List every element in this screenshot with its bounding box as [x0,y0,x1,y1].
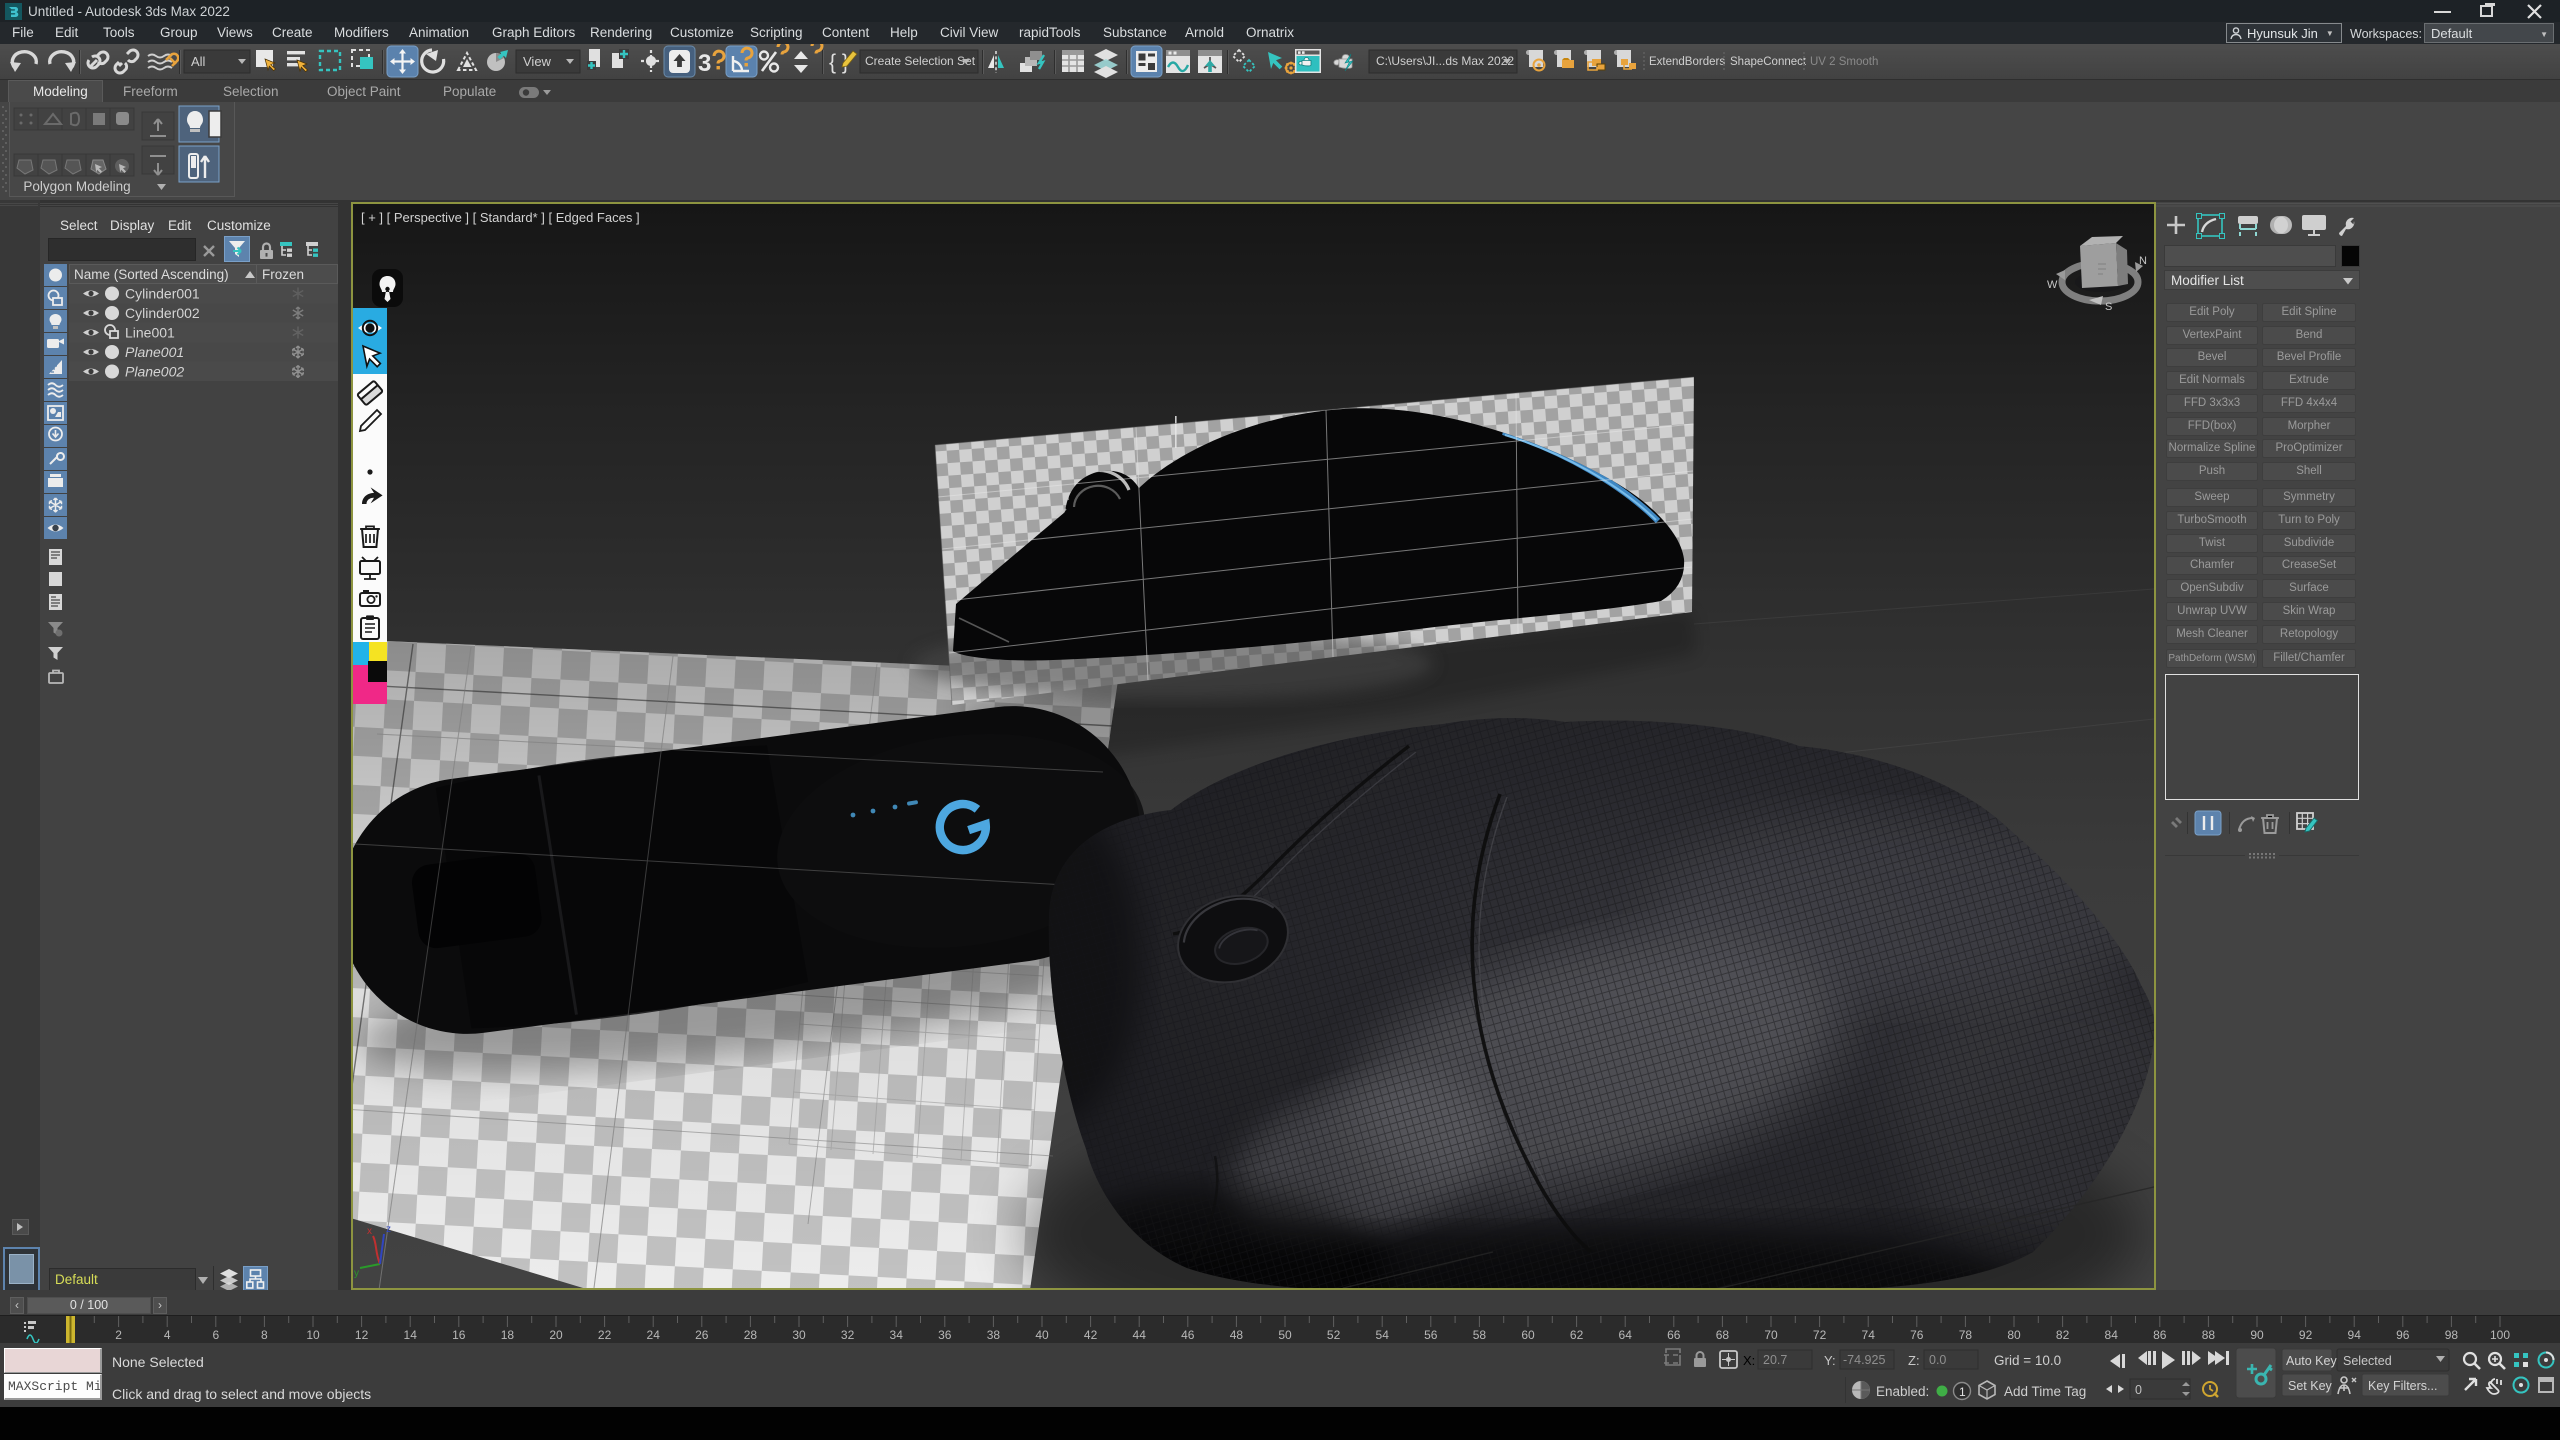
svg-text:x: x [367,1226,372,1237]
svg-text:Polygon Modeling: Polygon Modeling [23,179,130,194]
svg-text:Y:: Y: [1824,1353,1836,1368]
svg-text:S: S [2105,301,2112,313]
svg-text:10: 10 [306,1328,320,1342]
svg-text:100: 100 [2490,1328,2510,1342]
svg-text:68: 68 [1716,1328,1730,1342]
svg-text:22: 22 [598,1328,612,1342]
svg-text:C:\Users\JI...ds Max 2022: C:\Users\JI...ds Max 2022 [1376,54,1514,68]
svg-text:View: View [523,54,552,69]
svg-text:70: 70 [1764,1328,1778,1342]
svg-text:38: 38 [987,1328,1001,1342]
svg-text:80: 80 [2007,1328,2021,1342]
svg-text:Cylinder001: Cylinder001 [125,286,200,302]
svg-text:N: N [2139,255,2147,267]
svg-text:28: 28 [744,1328,758,1342]
svg-text:78: 78 [1959,1328,1973,1342]
svg-text:Cylinder002: Cylinder002 [125,305,200,321]
svg-text:Auto Key: Auto Key [2286,1354,2337,1368]
svg-text:30: 30 [792,1328,806,1342]
svg-text:1: 1 [1959,1385,1966,1399]
svg-text:24: 24 [647,1328,661,1342]
svg-text:20.7: 20.7 [1763,1353,1787,1367]
svg-text:98: 98 [2445,1328,2459,1342]
svg-text:ShapeConnect: ShapeConnect [1730,56,1807,68]
svg-text:4: 4 [164,1328,171,1342]
svg-text:66: 66 [1667,1328,1681,1342]
svg-text:50: 50 [1278,1328,1292,1342]
svg-text:96: 96 [2396,1328,2410,1342]
svg-text:18: 18 [501,1328,515,1342]
svg-text:90: 90 [2250,1328,2264,1342]
svg-text:52: 52 [1327,1328,1341,1342]
svg-text:Grid = 10.0: Grid = 10.0 [1994,1353,2061,1368]
svg-text:Set Key: Set Key [2288,1379,2333,1393]
svg-text:Add Time Tag: Add Time Tag [2004,1384,2086,1399]
svg-text:72: 72 [1813,1328,1827,1342]
svg-text:6: 6 [212,1328,219,1342]
svg-text:Plane002: Plane002 [125,364,184,380]
svg-text:8: 8 [261,1328,268,1342]
svg-text:3: 3 [698,50,711,77]
svg-text:48: 48 [1230,1328,1244,1342]
svg-text:58: 58 [1473,1328,1487,1342]
svg-text:16: 16 [452,1328,466,1342]
svg-text:40: 40 [1035,1328,1049,1342]
svg-text:-74.925: -74.925 [1843,1353,1885,1367]
svg-text:14: 14 [404,1328,418,1342]
svg-text:76: 76 [1910,1328,1924,1342]
svg-text:[ + ] [ Perspective ] [ Standa: [ + ] [ Perspective ] [ Standard* ] [ Ed… [361,210,640,225]
svg-text:Enabled:: Enabled: [1876,1384,1929,1399]
svg-text:64: 64 [1619,1328,1633,1342]
svg-text:56: 56 [1424,1328,1438,1342]
svg-text:Key Filters...: Key Filters... [2368,1379,2437,1393]
svg-text:UV 2 Smooth: UV 2 Smooth [1810,56,1878,68]
svg-text:12: 12 [355,1328,369,1342]
svg-text:X:: X: [1743,1353,1755,1368]
svg-text:88: 88 [2202,1328,2216,1342]
svg-text:60: 60 [1521,1328,1535,1342]
svg-text:94: 94 [2348,1328,2362,1342]
svg-text:54: 54 [1376,1328,1390,1342]
svg-text:0: 0 [2135,1383,2142,1397]
svg-text:Plane001: Plane001 [125,344,184,360]
svg-text:34: 34 [890,1328,904,1342]
svg-text:62: 62 [1570,1328,1584,1342]
svg-text:0.0: 0.0 [1929,1353,1946,1367]
svg-text:ExtendBorders: ExtendBorders [1649,56,1725,68]
svg-text:36: 36 [938,1328,952,1342]
svg-text:46: 46 [1181,1328,1195,1342]
svg-text:26: 26 [695,1328,709,1342]
svg-text:y: y [354,1268,359,1279]
svg-text:2: 2 [115,1328,122,1342]
svg-text:92: 92 [2299,1328,2313,1342]
svg-text:z: z [386,1224,391,1235]
svg-text:Selected: Selected [2343,1354,2392,1368]
svg-text:32: 32 [841,1328,855,1342]
svg-text:All: All [191,54,206,69]
svg-text:86: 86 [2153,1328,2167,1342]
svg-text:42: 42 [1084,1328,1098,1342]
svg-text:84: 84 [2105,1328,2119,1342]
svg-text:Line001: Line001 [125,325,175,341]
svg-text:Create Selection Set: Create Selection Set [865,54,976,68]
svg-text:Z:: Z: [1908,1353,1920,1368]
svg-text:44: 44 [1133,1328,1147,1342]
svg-text:W: W [2047,279,2058,291]
svg-text:20: 20 [549,1328,563,1342]
svg-text:82: 82 [2056,1328,2070,1342]
svg-text:74: 74 [1862,1328,1876,1342]
